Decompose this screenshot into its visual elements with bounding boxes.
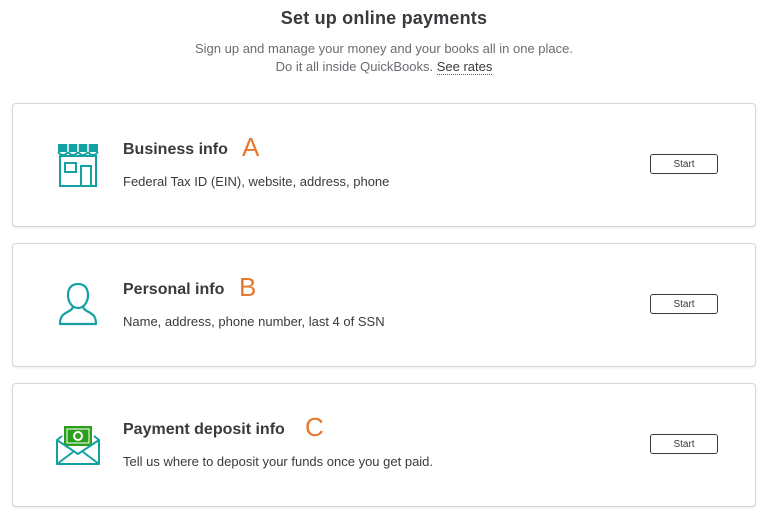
- business-info-card: Business info A Federal Tax ID (EIN), we…: [12, 103, 756, 227]
- personal-info-card: Personal info B Name, address, phone num…: [12, 243, 756, 367]
- personal-info-start-button[interactable]: Start: [650, 294, 718, 314]
- page-subtitle: Sign up and manage your money and your b…: [0, 40, 768, 76]
- business-info-start-button[interactable]: Start: [650, 154, 718, 174]
- payment-deposit-info-description: Tell us where to deposit your funds once…: [123, 454, 434, 469]
- annotation-label-a: A: [242, 132, 260, 162]
- payment-deposit-info-title: Payment deposit info: [123, 421, 285, 438]
- payment-deposit-info-card: Payment deposit info C Tell us where to …: [12, 383, 756, 507]
- subtitle-line-1: Sign up and manage your money and your b…: [195, 41, 573, 56]
- page-header: Set up online payments Sign up and manag…: [0, 0, 768, 76]
- person-icon: [54, 278, 102, 330]
- payment-deposit-info-start-button[interactable]: Start: [650, 434, 718, 454]
- subtitle-line-2: Do it all inside QuickBooks. See rates: [0, 58, 768, 76]
- personal-info-description: Name, address, phone number, last 4 of S…: [123, 314, 385, 329]
- money-envelope-icon: [54, 418, 102, 470]
- subtitle-line-2-text: Do it all inside QuickBooks.: [275, 59, 434, 74]
- storefront-icon: [54, 138, 102, 190]
- page-title: Set up online payments: [280, 8, 488, 28]
- see-rates-link[interactable]: See rates: [436, 59, 493, 75]
- business-info-title: Business info: [123, 141, 228, 158]
- annotation-label-b: B: [239, 272, 257, 302]
- business-info-description: Federal Tax ID (EIN), website, address, …: [123, 174, 390, 189]
- personal-info-title: Personal info: [123, 281, 225, 298]
- annotation-label-c: C: [305, 412, 324, 442]
